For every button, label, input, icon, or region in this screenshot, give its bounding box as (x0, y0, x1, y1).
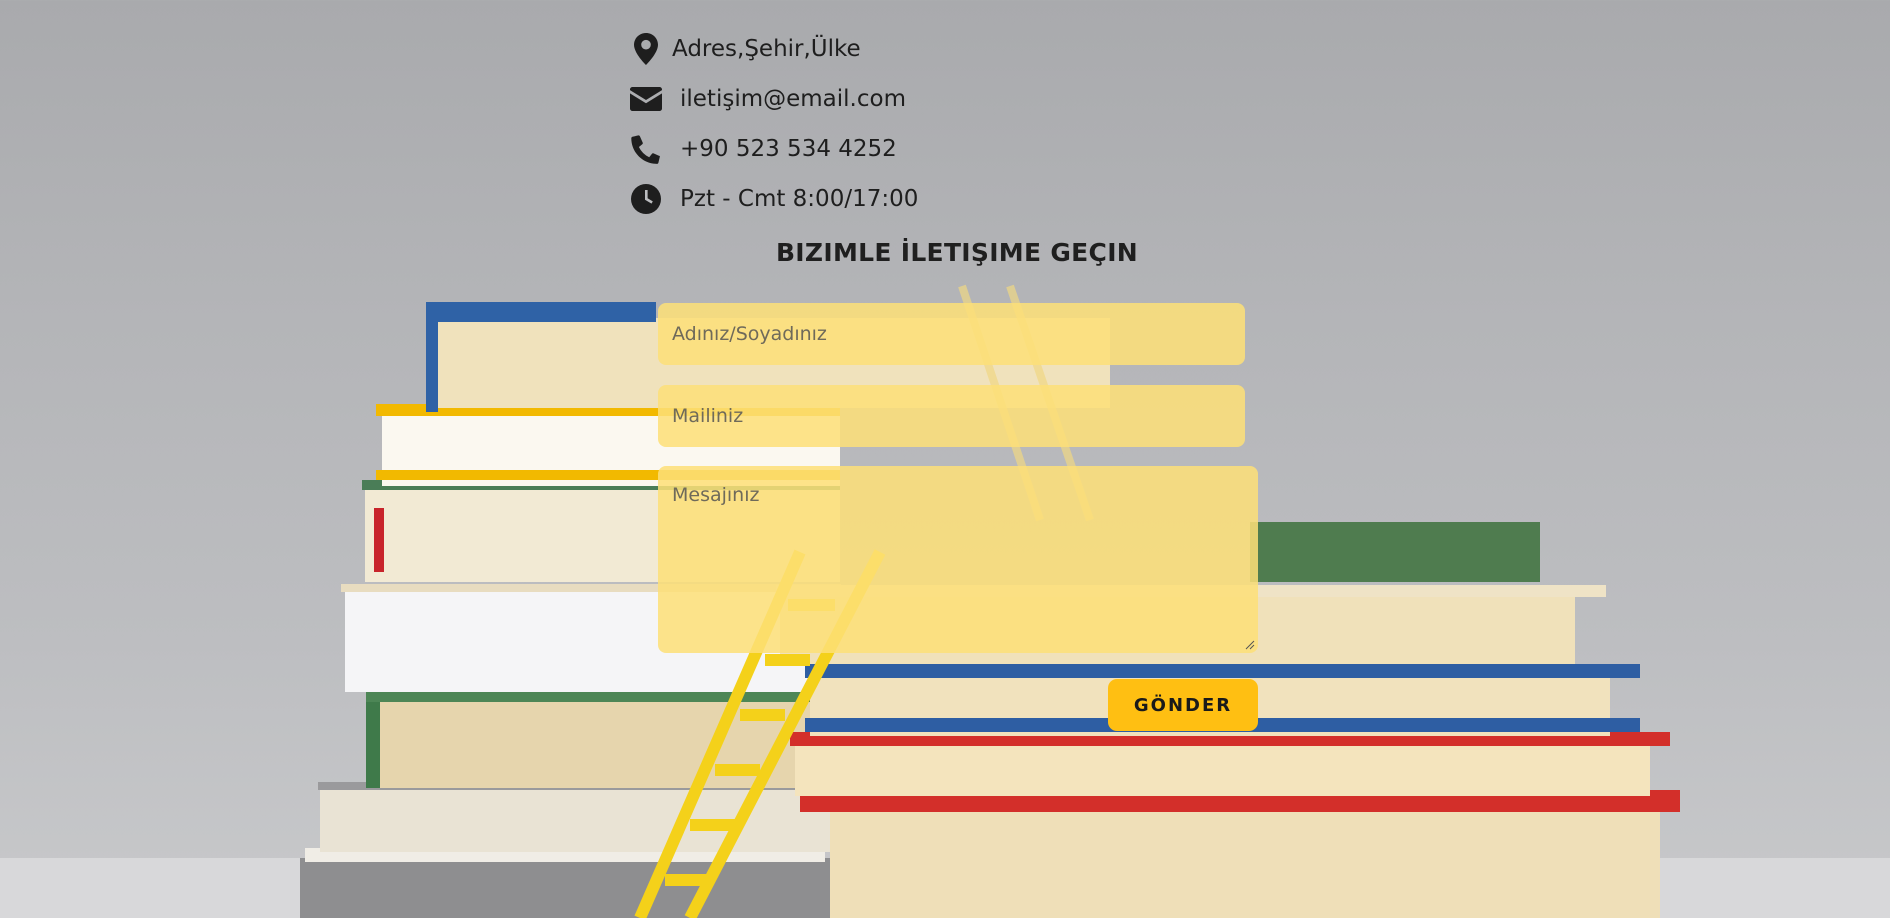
phone-icon (630, 133, 662, 165)
name-input[interactable]: Adınız/Soyadınız (658, 303, 1245, 365)
contact-email-text: iletişim@email.com (680, 86, 906, 112)
background-books-image (0, 284, 1890, 918)
contact-form-title: BIZIMLE İLETIŞIME GEÇIN (775, 238, 1139, 267)
contact-info-list: Adres,Şehir,Ülke iletişim@email.com +90 … (630, 24, 918, 224)
contact-email: iletişim@email.com (630, 74, 918, 124)
envelope-icon (630, 83, 662, 115)
contact-phone-text: +90 523 534 4252 (680, 136, 897, 162)
email-input-placeholder: Mailiniz (672, 405, 744, 427)
clock-icon (630, 183, 662, 215)
name-input-placeholder: Adınız/Soyadınız (672, 323, 827, 345)
message-textarea[interactable]: Mesajınız (658, 466, 1258, 653)
message-textarea-placeholder: Mesajınız (672, 484, 760, 506)
email-input[interactable]: Mailiniz (658, 385, 1245, 447)
contact-hours-text: Pzt - Cmt 8:00/17:00 (680, 186, 919, 212)
map-marker-icon (630, 33, 662, 65)
contact-address-text: Adres,Şehir,Ülke (672, 36, 861, 62)
resize-handle-icon[interactable] (1245, 640, 1255, 650)
contact-hours: Pzt - Cmt 8:00/17:00 (630, 174, 918, 224)
contact-phone: +90 523 534 4252 (630, 124, 918, 174)
send-button[interactable]: GÖNDER (1108, 679, 1258, 731)
contact-address: Adres,Şehir,Ülke (630, 24, 918, 74)
